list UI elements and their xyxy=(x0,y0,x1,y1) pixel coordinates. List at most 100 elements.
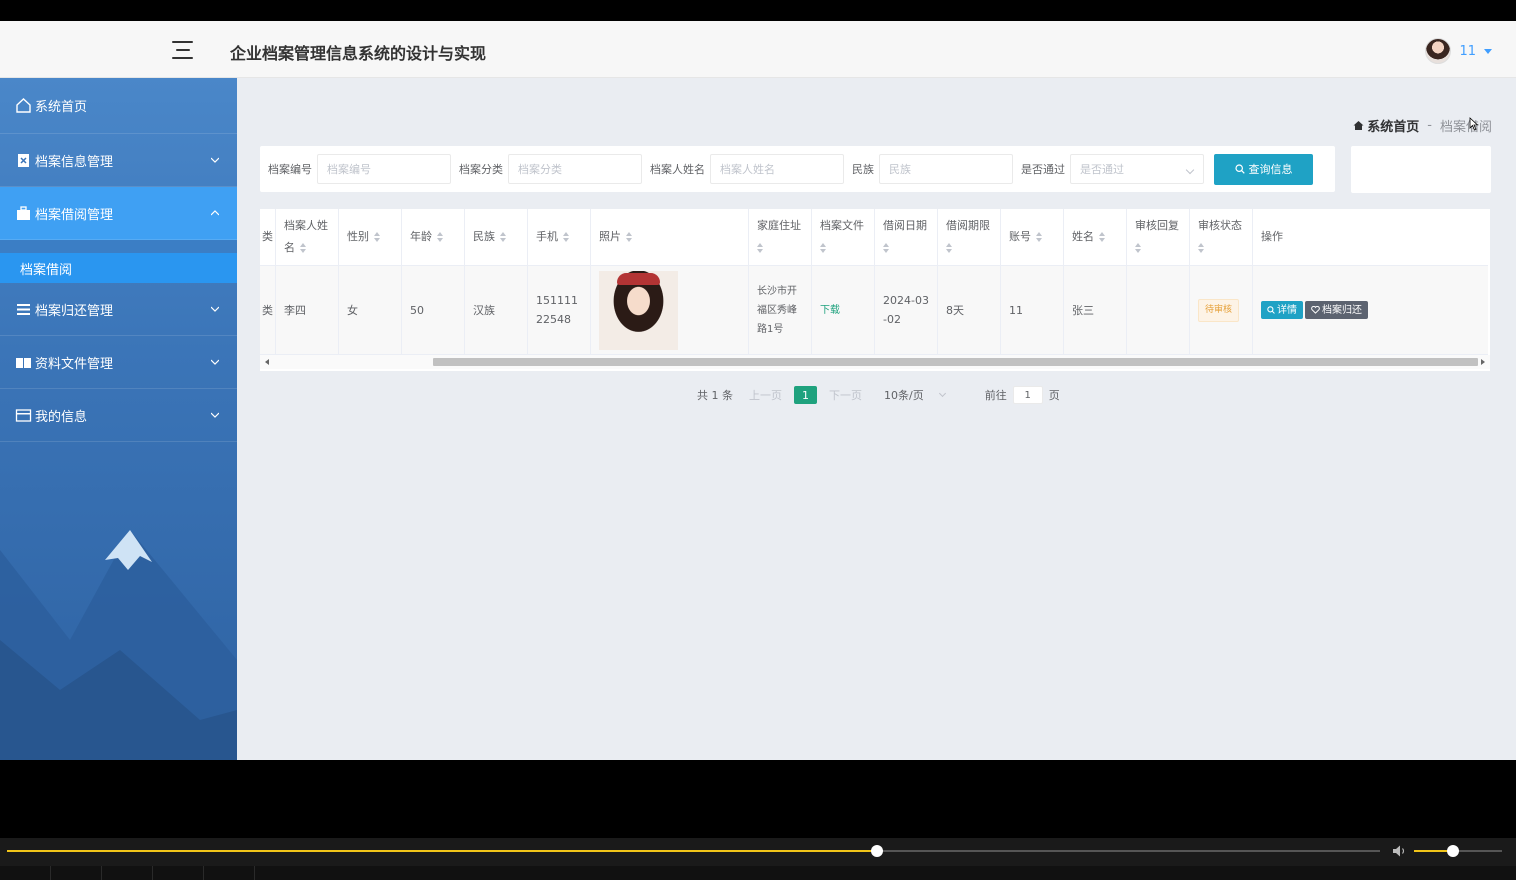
side-panel xyxy=(1351,146,1491,193)
sort-icon[interactable] xyxy=(1036,232,1043,242)
column-header[interactable]: 家庭住址 xyxy=(749,209,812,265)
table-cell-file: 下载 xyxy=(812,266,875,354)
table-cell: 50 xyxy=(402,266,465,354)
home-icon xyxy=(1353,121,1364,130)
return-archive-button[interactable]: 档案归还 xyxy=(1305,301,1368,319)
playback-progress-fill xyxy=(7,850,878,852)
table-cell: 长沙市开福区秀峰路1号 xyxy=(749,266,812,354)
volume-slider[interactable] xyxy=(1414,845,1502,857)
list-icon xyxy=(15,301,32,318)
chevron-down-icon xyxy=(211,412,219,418)
category-input[interactable]: 档案分类 xyxy=(508,154,642,184)
scrollbar-thumb[interactable] xyxy=(433,358,1478,366)
query-button[interactable]: 查询信息 xyxy=(1214,153,1313,185)
sort-icon[interactable] xyxy=(1135,243,1142,253)
column-header[interactable]: 账号 xyxy=(1001,209,1064,265)
sidebar-item-return[interactable]: 档案归还管理 xyxy=(0,283,237,336)
sort-icon[interactable] xyxy=(300,243,307,253)
table-header: 类 档案人姓名 性别 年龄 民族 手机 照片 家庭住址 档案文件 借阅日期 借阅… xyxy=(260,209,1488,266)
sidebar-item-home[interactable]: 系统首页 xyxy=(0,78,237,134)
mouse-cursor-icon xyxy=(1469,117,1479,131)
playback-progress-knob[interactable] xyxy=(871,845,884,857)
scroll-right-icon[interactable] xyxy=(1481,359,1485,365)
sidebar-item-borrow[interactable]: 档案借阅管理 xyxy=(0,187,237,240)
search-label-archive-no: 档案编号 xyxy=(268,163,312,176)
table-cell: 11 xyxy=(1001,266,1064,354)
sidebar-item-archive-info[interactable]: 档案信息管理 xyxy=(0,134,237,187)
home-icon xyxy=(15,97,32,114)
table-cell-photo xyxy=(591,266,749,354)
search-label-person-name: 档案人姓名 xyxy=(650,163,705,176)
detail-button[interactable]: 详情 xyxy=(1261,301,1303,319)
sidebar-item-label: 档案借阅管理 xyxy=(35,207,114,223)
archive-icon xyxy=(15,152,32,169)
column-header[interactable]: 手机 xyxy=(528,209,591,265)
sort-icon[interactable] xyxy=(757,243,764,253)
sidebar-item-label: 我的信息 xyxy=(35,409,88,425)
approved-select[interactable]: 是否通过 xyxy=(1070,154,1204,184)
sidebar-item-label: 资料文件管理 xyxy=(35,356,114,372)
column-header[interactable]: 档案人姓名 xyxy=(276,209,339,265)
volume-knob[interactable] xyxy=(1446,845,1459,857)
search-label-ethnicity: 民族 xyxy=(852,163,874,176)
column-header[interactable]: 姓名 xyxy=(1064,209,1127,265)
column-header[interactable]: 审核回复 xyxy=(1127,209,1190,265)
video-player-controls xyxy=(0,838,1516,880)
sort-icon[interactable] xyxy=(820,243,827,253)
sidebar-item-files[interactable]: 资料文件管理 xyxy=(0,336,237,389)
breadcrumb-home[interactable]: 系统首页 xyxy=(1353,116,1419,135)
column-header[interactable]: 档案文件 xyxy=(812,209,875,265)
table-cell: 汉族 xyxy=(465,266,528,354)
person-name-input[interactable]: 档案人姓名 xyxy=(710,154,844,184)
table-cell xyxy=(1127,266,1190,354)
page-size-select[interactable]: 10条/页 xyxy=(884,387,946,403)
sort-icon[interactable] xyxy=(1198,243,1205,253)
return-archive-button-label: 档案归还 xyxy=(1322,304,1362,316)
column-header[interactable]: 借阅日期 xyxy=(875,209,938,265)
column-header[interactable]: 借阅期限 xyxy=(938,209,1001,265)
submenu-item-borrow[interactable]: 档案借阅 xyxy=(0,253,237,283)
download-link[interactable]: 下载 xyxy=(820,301,840,320)
user-menu[interactable]: 11 xyxy=(1425,38,1492,64)
column-header[interactable]: 审核状态 xyxy=(1190,209,1253,265)
next-page-button[interactable]: 下一页 xyxy=(829,387,862,403)
briefcase-icon xyxy=(15,205,32,222)
chevron-down-icon xyxy=(1185,165,1195,175)
sort-icon[interactable] xyxy=(563,232,570,242)
column-header[interactable]: 性别 xyxy=(339,209,402,265)
sort-icon[interactable] xyxy=(374,232,381,242)
pagination: 共 1 条 上一页 1 下一页 10条/页 前往 1 页 xyxy=(697,386,1060,404)
sort-icon[interactable] xyxy=(946,243,953,253)
horizontal-scrollbar[interactable] xyxy=(260,355,1490,369)
sidebar-item-label: 系统首页 xyxy=(35,100,88,115)
ethnicity-input[interactable]: 民族 xyxy=(879,154,1013,184)
playback-progress-bar[interactable] xyxy=(7,845,1380,857)
table-cell-status: 待审核 xyxy=(1190,266,1253,354)
volume-icon[interactable] xyxy=(1392,844,1408,858)
sort-icon[interactable] xyxy=(883,243,890,253)
page-number-current[interactable]: 1 xyxy=(794,386,817,404)
sort-icon[interactable] xyxy=(626,232,633,242)
menu-toggle-icon[interactable] xyxy=(172,41,193,59)
column-header[interactable]: 照片 xyxy=(591,209,749,265)
column-header[interactable]: 民族 xyxy=(465,209,528,265)
column-header: 操作 xyxy=(1261,230,1283,243)
archive-photo[interactable] xyxy=(599,270,678,350)
archive-no-input[interactable]: 档案编号 xyxy=(317,154,451,184)
sort-icon[interactable] xyxy=(1099,232,1106,242)
sidebar-item-label: 档案归还管理 xyxy=(35,303,114,319)
sort-icon[interactable] xyxy=(437,232,444,242)
column-header[interactable]: 年龄 xyxy=(402,209,465,265)
prev-page-button[interactable]: 上一页 xyxy=(749,387,782,403)
table-row: 类 李四 女 50 汉族 15111122548 长沙市开福区秀峰路1号 下载 … xyxy=(260,266,1488,355)
sort-icon[interactable] xyxy=(500,232,507,242)
goto-page-input[interactable]: 1 xyxy=(1012,386,1043,404)
search-icon xyxy=(1234,164,1245,174)
table-cell: 8天 xyxy=(938,266,1001,354)
scroll-left-icon[interactable] xyxy=(265,359,269,365)
breadcrumb-home-label: 系统首页 xyxy=(1367,120,1420,135)
table-cell: 2024-03-02 xyxy=(875,266,938,354)
sidebar-item-my-info[interactable]: 我的信息 xyxy=(0,389,237,442)
page-size-value: 10条/页 xyxy=(884,389,924,402)
breadcrumb-current: 档案借阅 xyxy=(1439,120,1492,135)
